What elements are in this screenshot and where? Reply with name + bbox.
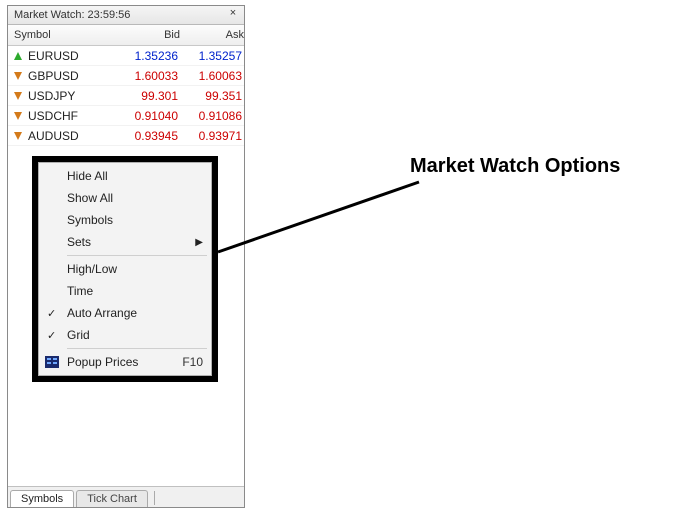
ask-price: 1.35257	[184, 49, 250, 63]
menu-separator	[67, 255, 207, 256]
bid-price: 0.91040	[112, 109, 184, 123]
menu-symbols[interactable]: Symbols	[39, 209, 211, 231]
menu-label: Show All	[67, 191, 113, 205]
symbol-label: USDJPY	[28, 89, 75, 103]
symbol-label: GBPUSD	[28, 69, 79, 83]
menu-label: Auto Arrange	[67, 306, 137, 320]
panel-titlebar[interactable]: Market Watch: 23:59:56 ×	[8, 6, 244, 25]
menu-auto-arrange[interactable]: Auto Arrange	[39, 302, 211, 324]
annotation-label: Market Watch Options	[410, 155, 620, 178]
table-header: Symbol Bid Ask	[8, 25, 244, 46]
menu-label: Popup Prices	[67, 355, 138, 369]
chevron-right-icon: ▶	[195, 237, 203, 248]
bid-price: 99.301	[112, 89, 184, 103]
table-row[interactable]: GBPUSD 1.60033 1.60063	[8, 66, 244, 86]
bid-price: 1.35236	[112, 49, 184, 63]
menu-shortcut: F10	[182, 355, 203, 369]
tab-separator	[154, 491, 155, 505]
ask-price: 0.93971	[184, 129, 250, 143]
arrow-down-icon	[12, 70, 24, 82]
symbol-label: EURUSD	[28, 49, 79, 63]
arrow-up-icon	[12, 50, 24, 62]
menu-sets[interactable]: Sets ▶	[39, 231, 211, 253]
tab-symbols[interactable]: Symbols	[10, 490, 74, 507]
symbol-label: USDCHF	[28, 109, 78, 123]
menu-label: Sets	[67, 235, 91, 249]
table-row[interactable]: EURUSD 1.35236 1.35257	[8, 46, 244, 66]
menu-label: High/Low	[67, 262, 117, 276]
table-row[interactable]: USDCHF 0.91040 0.91086	[8, 106, 244, 126]
close-icon[interactable]: ×	[226, 7, 240, 21]
instrument-list: EURUSD 1.35236 1.35257 GBPUSD 1.60033 1.…	[8, 46, 244, 146]
tab-label: Tick Chart	[87, 493, 137, 505]
tab-tick-chart[interactable]: Tick Chart	[76, 490, 148, 507]
symbol-label: AUDUSD	[28, 129, 79, 143]
ask-price: 1.60063	[184, 69, 250, 83]
menu-separator	[67, 348, 207, 349]
context-menu-highlight: Hide All Show All Symbols Sets ▶ High/Lo…	[32, 156, 218, 382]
menu-grid[interactable]: Grid	[39, 324, 211, 346]
ask-price: 0.91086	[184, 109, 250, 123]
menu-show-all[interactable]: Show All	[39, 187, 211, 209]
menu-label: Hide All	[67, 169, 108, 183]
table-row[interactable]: AUDUSD 0.93945 0.93971	[8, 126, 244, 146]
popup-prices-icon	[45, 355, 59, 369]
menu-label: Symbols	[67, 213, 113, 227]
menu-label: Time	[67, 284, 93, 298]
bottom-tabs: Symbols Tick Chart	[8, 486, 244, 507]
arrow-down-icon	[12, 110, 24, 122]
header-symbol[interactable]: Symbol	[8, 29, 114, 41]
header-ask[interactable]: Ask	[186, 29, 252, 41]
menu-hide-all[interactable]: Hide All	[39, 165, 211, 187]
market-watch-panel: Market Watch: 23:59:56 × Symbol Bid Ask …	[7, 5, 245, 508]
panel-title: Market Watch: 23:59:56	[14, 9, 130, 21]
bid-price: 1.60033	[112, 69, 184, 83]
menu-high-low[interactable]: High/Low	[39, 258, 211, 280]
bid-price: 0.93945	[112, 129, 184, 143]
tab-label: Symbols	[21, 493, 63, 505]
arrow-down-icon	[12, 90, 24, 102]
table-row[interactable]: USDJPY 99.301 99.351	[8, 86, 244, 106]
context-menu: Hide All Show All Symbols Sets ▶ High/Lo…	[38, 162, 212, 376]
ask-price: 99.351	[184, 89, 250, 103]
menu-label: Grid	[67, 328, 90, 342]
menu-popup-prices[interactable]: Popup Prices F10	[39, 351, 211, 373]
menu-time[interactable]: Time	[39, 280, 211, 302]
header-bid[interactable]: Bid	[114, 29, 186, 41]
arrow-down-icon	[12, 130, 24, 142]
